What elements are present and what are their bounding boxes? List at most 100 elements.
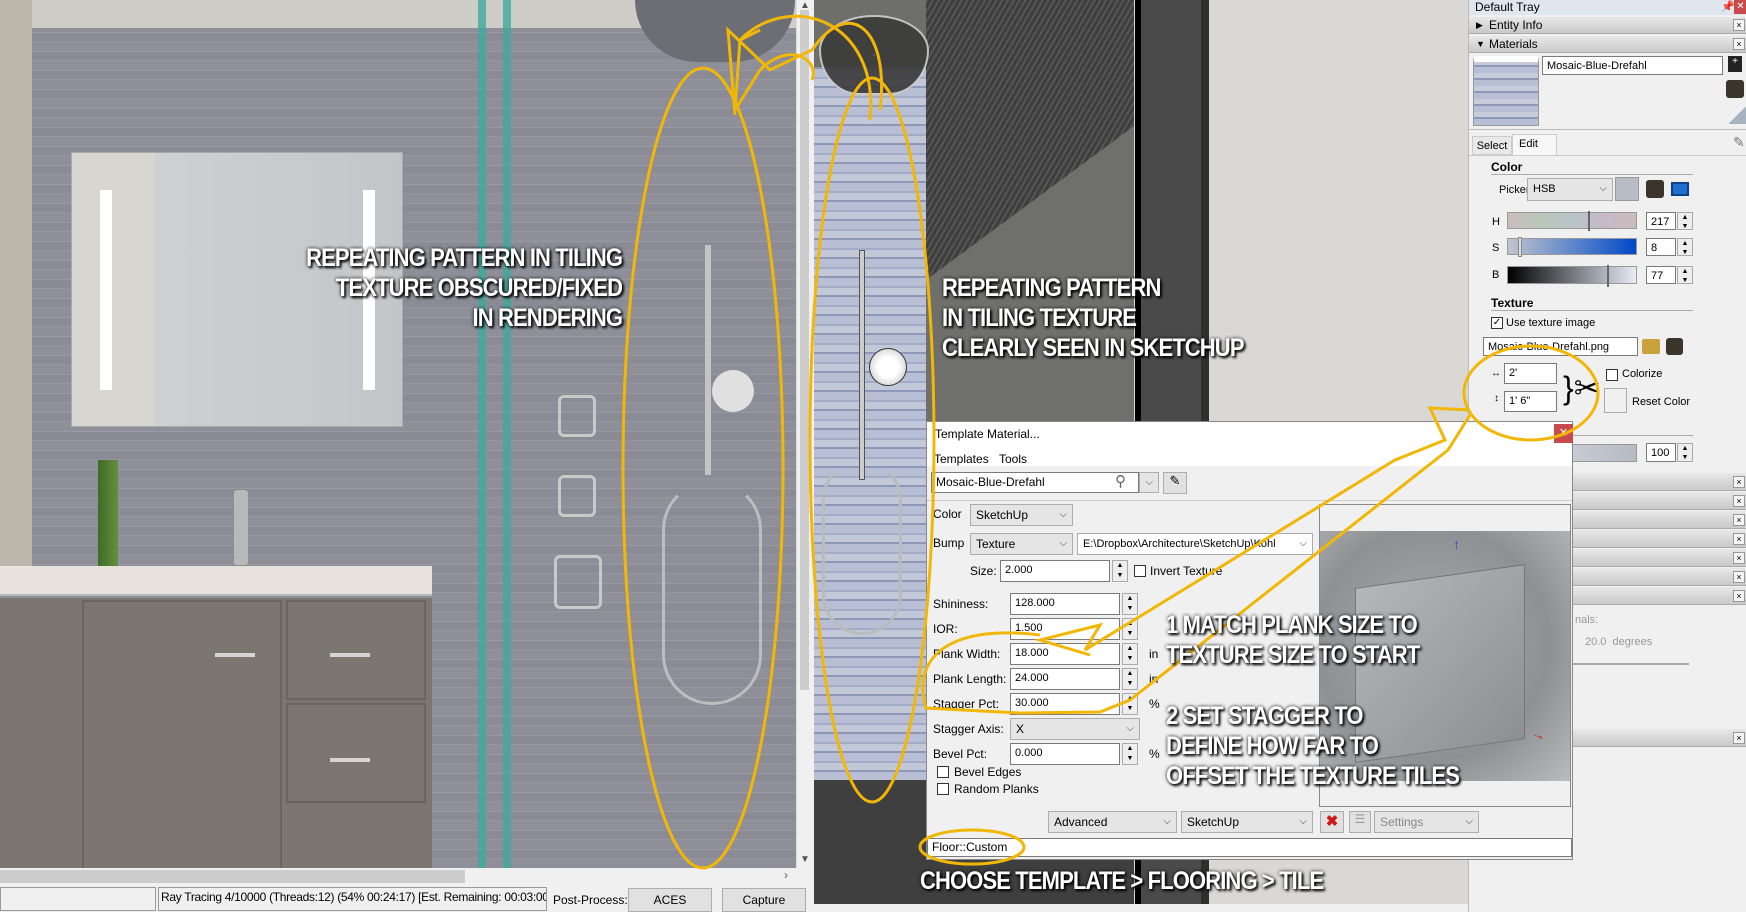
aces-button[interactable]: ACES (628, 888, 712, 912)
texture-width-input[interactable]: 2' (1504, 363, 1557, 384)
tab-select[interactable]: Select (1472, 136, 1512, 155)
horizontal-scrollbar[interactable]: › (0, 868, 811, 885)
display-secondary-icon[interactable]: + (1728, 56, 1742, 72)
brightness-slider[interactable] (1507, 265, 1637, 287)
hue-spinner[interactable]: ▲ ▼ (1677, 212, 1693, 230)
dialog-close-button[interactable]: ✕ (1554, 424, 1573, 443)
material-search-input[interactable]: Mosaic-Blue-Drefahl (931, 472, 1139, 493)
create-material-icon[interactable] (1726, 80, 1744, 98)
saturation-slider[interactable] (1507, 237, 1637, 257)
saturation-input[interactable]: 8 (1646, 238, 1676, 256)
ior-spinner[interactable]: ▲ ▼ (1122, 618, 1138, 640)
scroll-thumb[interactable] (800, 10, 809, 690)
ior-input[interactable]: 1.500 (1010, 618, 1120, 640)
texture-heading: Texture (1491, 296, 1534, 310)
eyedropper-button[interactable]: ✎ (1163, 472, 1187, 494)
material-dropdown[interactable]: ⌵ (1139, 472, 1159, 493)
menu-tools[interactable]: Tools (999, 452, 1027, 466)
material-thumbnail (1473, 56, 1539, 126)
color-swatch[interactable] (1615, 177, 1639, 201)
blue-mosaic-wall (814, 67, 926, 780)
tab-edit[interactable]: Edit (1512, 134, 1557, 156)
hue-input[interactable]: 217 (1646, 212, 1676, 230)
bump-size-spinner[interactable]: ▲ ▼ (1112, 560, 1128, 582)
opacity-slider[interactable] (1569, 444, 1637, 462)
plank-length-spinner[interactable]: ▲ ▼ (1122, 668, 1138, 690)
vanity-cabinet (0, 598, 432, 868)
mode-select[interactable]: Advanced ⌵ (1048, 811, 1177, 833)
reset-color-swatch[interactable] (1604, 388, 1627, 413)
softening-slider[interactable] (1569, 663, 1689, 665)
stagger-pct-input[interactable]: 30.000 (1010, 693, 1120, 715)
aspect-lock-icon[interactable]: }✂ (1563, 368, 1601, 408)
renderer-select[interactable]: SketchUp ⌵ (1181, 811, 1313, 833)
close-icon[interactable]: × (1733, 19, 1745, 31)
list-icon[interactable]: ☰ (1349, 811, 1371, 833)
random-planks-checkbox[interactable] (937, 783, 949, 795)
scroll-thumb[interactable] (0, 870, 465, 883)
collapse-arrow-icon: ▼ (1476, 39, 1485, 49)
stagger-pct-unit: % (1149, 697, 1160, 711)
match-model-color-icon[interactable] (1646, 180, 1664, 198)
eyedropper-icon[interactable]: ✎ (1733, 134, 1745, 151)
status-cell (0, 887, 156, 911)
default-material-swatch[interactable] (1729, 104, 1746, 124)
saturation-spinner[interactable]: ▲ ▼ (1677, 238, 1693, 256)
ior-label: IOR: (933, 622, 958, 636)
match-screen-color-icon[interactable] (1671, 182, 1689, 196)
render-status-bar: Ray Tracing 4/10000 (Threads:12) (54% 00… (0, 885, 812, 912)
brightness-spinner[interactable]: ▲ ▼ (1677, 266, 1693, 284)
color-select[interactable]: SketchUp ⌵ (970, 504, 1073, 526)
opacity-spinner[interactable]: ▲ ▼ (1677, 443, 1693, 462)
material-name-input[interactable]: Mosaic-Blue-Drefahl (1542, 56, 1723, 75)
use-texture-checkbox[interactable]: ✓ (1491, 317, 1503, 329)
settings-select[interactable]: Settings ⌵ (1374, 811, 1479, 833)
search-icon[interactable]: ⚲ (1115, 472, 1126, 490)
bump-texture-path[interactable]: E:\Dropbox\Architecture\SketchUp\Kohl ⌵ (1077, 533, 1313, 555)
opacity-input[interactable]: 100 (1646, 443, 1676, 462)
plank-width-label: Plank Width: (933, 647, 1001, 661)
bevel-pct-label: Bevel Pct: (933, 747, 988, 761)
scroll-right-icon[interactable]: › (784, 868, 788, 882)
menu-templates[interactable]: Templates (934, 452, 989, 466)
stagger-pct-spinner[interactable]: ▲ ▼ (1122, 693, 1138, 715)
dialog-title: Template Material... (935, 427, 1040, 441)
shower-rail (859, 250, 865, 480)
shininess-spinner[interactable]: ▲ ▼ (1122, 593, 1138, 615)
hue-slider[interactable] (1507, 211, 1637, 231)
entity-info-panel-header[interactable]: ▶ Entity Info × (1469, 17, 1746, 34)
stagger-axis-select[interactable]: X ⌵ (1010, 718, 1140, 740)
colorize-checkbox[interactable] (1606, 369, 1618, 381)
h-label: H (1492, 216, 1500, 228)
brightness-input[interactable]: 77 (1646, 266, 1676, 284)
delete-icon[interactable]: ✖ (1320, 811, 1344, 833)
bevel-pct-input[interactable]: 0.000 (1010, 743, 1120, 765)
picker-select[interactable]: HSB ⌵ (1527, 178, 1613, 201)
reset-color-button[interactable]: Reset Color (1632, 396, 1690, 408)
bevel-pct-spinner[interactable]: ▲ ▼ (1122, 743, 1138, 765)
capture-button[interactable]: Capture (722, 888, 806, 912)
plank-width-spinner[interactable]: ▲ ▼ (1122, 643, 1138, 665)
plank-length-input[interactable]: 24.000 (1010, 668, 1120, 690)
vertical-scrollbar[interactable]: ▲ ▼ (796, 0, 811, 868)
browse-folder-icon[interactable] (1642, 339, 1660, 354)
bevel-edges-checkbox[interactable] (937, 766, 949, 778)
mirror-light (100, 190, 112, 390)
edit-texture-icon[interactable] (1666, 338, 1683, 355)
pin-icon[interactable]: 📌 (1721, 0, 1735, 13)
scroll-down-icon[interactable]: ▼ (800, 854, 810, 865)
random-planks-label: Random Planks (954, 782, 1039, 796)
entity-info-label: Entity Info (1489, 18, 1543, 32)
bump-select[interactable]: Texture ⌵ (970, 533, 1073, 555)
tray-close-icon[interactable]: ✕ (1734, 0, 1746, 14)
bump-size-input[interactable]: 2.000 (1000, 560, 1110, 582)
shower-valve (558, 475, 596, 517)
plank-width-input[interactable]: 18.000 (1010, 643, 1120, 665)
materials-panel-header[interactable]: ▼ Materials × (1469, 36, 1746, 53)
texture-file-input[interactable]: Mosaic-Blue-Drefahl.png (1483, 337, 1638, 356)
invert-texture-checkbox[interactable] (1134, 565, 1146, 577)
shininess-input[interactable]: 128.000 (1010, 593, 1120, 615)
x-axis-arrow: → (1529, 724, 1549, 744)
close-icon[interactable]: × (1733, 38, 1745, 50)
texture-height-input[interactable]: 1' 6" (1504, 391, 1557, 412)
